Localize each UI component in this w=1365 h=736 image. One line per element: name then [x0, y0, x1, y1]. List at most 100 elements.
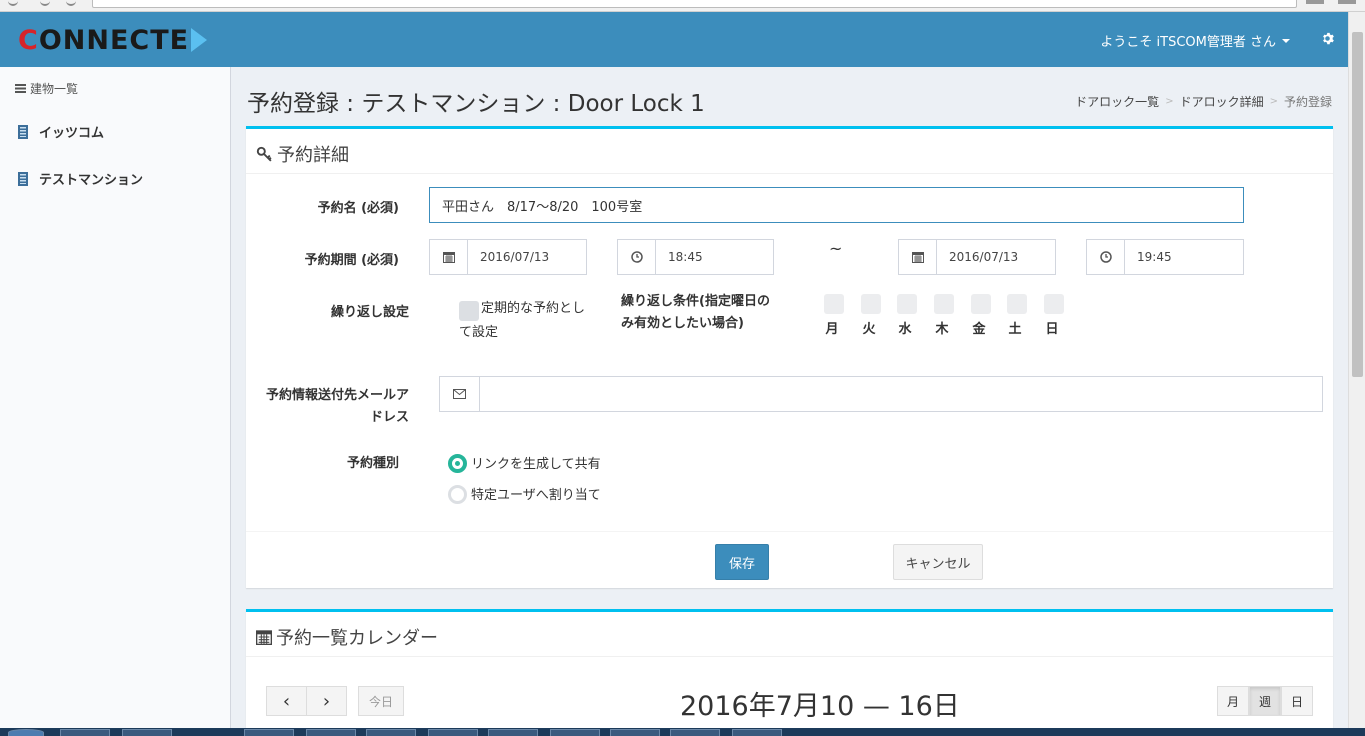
scrollbar-thumb[interactable] [1352, 32, 1363, 377]
radio-share-link-label: リンクを生成して共有 [471, 457, 601, 472]
logo-letter-c: C [18, 24, 39, 56]
taskbar-app-icon[interactable] [244, 729, 294, 736]
save-button[interactable]: 保存 [715, 544, 769, 580]
envelope-icon [440, 377, 480, 411]
start-time-field[interactable]: 18:45 [617, 239, 774, 275]
user-menu[interactable]: ようこそ iTSCOM管理者 さん [1100, 31, 1290, 50]
day-checkbox-sat[interactable] [1007, 294, 1027, 314]
logo[interactable]: CONNECTE [18, 24, 208, 56]
page-title: 予約登録 : テストマンション : Door Lock 1 [247, 91, 705, 117]
day-label-tue: 火 [862, 322, 876, 337]
start-date-field[interactable]: 2016/07/13 [429, 239, 587, 275]
address-bar[interactable] [92, 0, 1297, 8]
gear-icon[interactable] [1321, 31, 1334, 49]
sidebar-heading: 建物一覧 [15, 80, 78, 97]
os-taskbar [0, 728, 1365, 736]
reload-icon[interactable] [66, 0, 76, 6]
taskbar-app-icon[interactable] [306, 729, 356, 736]
repeat-checkbox[interactable] [459, 301, 479, 321]
minimize-icon[interactable] [1306, 0, 1324, 4]
calendar-icon [256, 630, 272, 645]
day-checkbox-tue[interactable] [861, 294, 881, 314]
taskbar-app-icon[interactable] [550, 729, 600, 736]
sidebar-heading-label: 建物一覧 [30, 82, 79, 96]
taskbar-app-icon[interactable] [366, 729, 416, 736]
repeat-checkbox-label-2: て設定 [459, 325, 499, 340]
calendar-today-button[interactable]: 今日 [358, 686, 404, 716]
day-checkbox-thu[interactable] [934, 294, 954, 314]
calendar-icon [430, 240, 468, 274]
day-label-thu: 木 [935, 322, 949, 337]
box-footer-divider [246, 531, 1333, 532]
email-field[interactable] [439, 376, 1323, 412]
back-icon[interactable] [8, 0, 18, 6]
end-date-value: 2016/07/13 [949, 250, 1019, 264]
day-checkbox-mon[interactable] [824, 294, 844, 314]
cancel-button[interactable]: キャンセル [893, 544, 983, 580]
radio-assign-user-label: 特定ユーザへ割り当て [471, 488, 601, 503]
breadcrumb-separator-icon: > [1165, 96, 1174, 107]
breadcrumb-door-lock-detail[interactable]: ドアロック詳細 [1180, 93, 1264, 110]
radio-assign-user[interactable] [448, 485, 467, 504]
clock-icon [1087, 240, 1125, 274]
sidebar-item-test-mansion[interactable]: テストマンション [18, 169, 143, 188]
repeat-condition-label-line-1: 繰り返し条件(指定曜日の [621, 294, 770, 309]
calendar-view-week[interactable]: 週 [1249, 686, 1281, 716]
day-label-mon: 月 [825, 322, 839, 337]
day-checkbox-sun[interactable] [1044, 294, 1064, 314]
radio-share-link[interactable] [448, 454, 467, 473]
repeat-condition-label-line-2: み有効としたい場合) [621, 316, 744, 331]
repeat-checkbox-label-1: 定期的な予約とし [481, 301, 586, 316]
app-header: CONNECTE ようこそ iTSCOM管理者 さん [0, 12, 1348, 67]
taskbar-app-icon[interactable] [60, 729, 110, 736]
breadcrumb-separator-icon: > [1269, 96, 1278, 107]
end-time-value: 19:45 [1137, 250, 1172, 264]
building-icon [18, 171, 28, 186]
calendar-prev-button[interactable]: ‹ [266, 686, 307, 716]
start-button-icon[interactable] [8, 729, 44, 736]
browser-toolbar [0, 0, 1365, 12]
taskbar-app-icon[interactable] [610, 729, 660, 736]
end-time-field[interactable]: 19:45 [1086, 239, 1244, 275]
email-label-line-1: 予約情報送付先メールア [265, 388, 409, 403]
day-checkbox-wed[interactable] [897, 294, 917, 314]
taskbar-app-icon[interactable] [670, 729, 720, 736]
box-header: 予約詳細 [246, 129, 1333, 174]
taskbar-app-icon[interactable] [488, 729, 538, 736]
taskbar-app-icon[interactable] [732, 729, 782, 736]
page-scrollbar[interactable] [1348, 12, 1365, 728]
day-label-sat: 土 [1008, 322, 1022, 337]
calendar-view-month[interactable]: 月 [1217, 686, 1249, 716]
maximize-icon[interactable] [1338, 0, 1356, 4]
calendar-icon [899, 240, 937, 274]
type-label: 予約種別 [346, 456, 399, 471]
email-label: 予約情報送付先メールア ドレス [246, 385, 409, 429]
calendar-next-button[interactable]: › [306, 686, 347, 716]
end-date-field[interactable]: 2016/07/13 [898, 239, 1056, 275]
repeat-label: 繰り返し設定 [330, 305, 409, 320]
day-label-fri: 金 [972, 322, 986, 337]
day-checkbox-fri[interactable] [971, 294, 991, 314]
sidebar-item-label: テストマンション [39, 173, 144, 188]
taskbar-app-icon[interactable] [122, 729, 172, 736]
building-icon [18, 124, 28, 139]
taskbar-app-icon[interactable] [428, 729, 478, 736]
breadcrumb: ドアロック一覧 > ドアロック詳細 > 予約登録 [1075, 93, 1332, 110]
email-label-line-2: ドレス [369, 410, 409, 425]
list-icon [15, 84, 26, 93]
breadcrumb-door-lock-list[interactable]: ドアロック一覧 [1075, 93, 1159, 110]
box-title: 予約一覧カレンダー [256, 624, 438, 650]
forward-icon[interactable] [40, 0, 50, 6]
user-greeting: ようこそ iTSCOM管理者 さん [1100, 35, 1276, 50]
start-time-value: 18:45 [668, 250, 703, 264]
email-value [480, 377, 1322, 411]
clock-icon [618, 240, 656, 274]
key-icon [256, 146, 272, 162]
sidebar: 建物一覧 イッツコム テストマンション [0, 67, 231, 728]
logo-text: CONNECTE [18, 25, 189, 56]
sidebar-item-itscom[interactable]: イッツコム [18, 122, 104, 141]
box-title-text: 予約一覧カレンダー [276, 628, 438, 649]
reservation-name-input[interactable]: 平田さん 8/17〜8/20 100号室 [429, 187, 1244, 223]
day-label-wed: 水 [898, 322, 912, 337]
calendar-view-day[interactable]: 日 [1281, 686, 1313, 716]
